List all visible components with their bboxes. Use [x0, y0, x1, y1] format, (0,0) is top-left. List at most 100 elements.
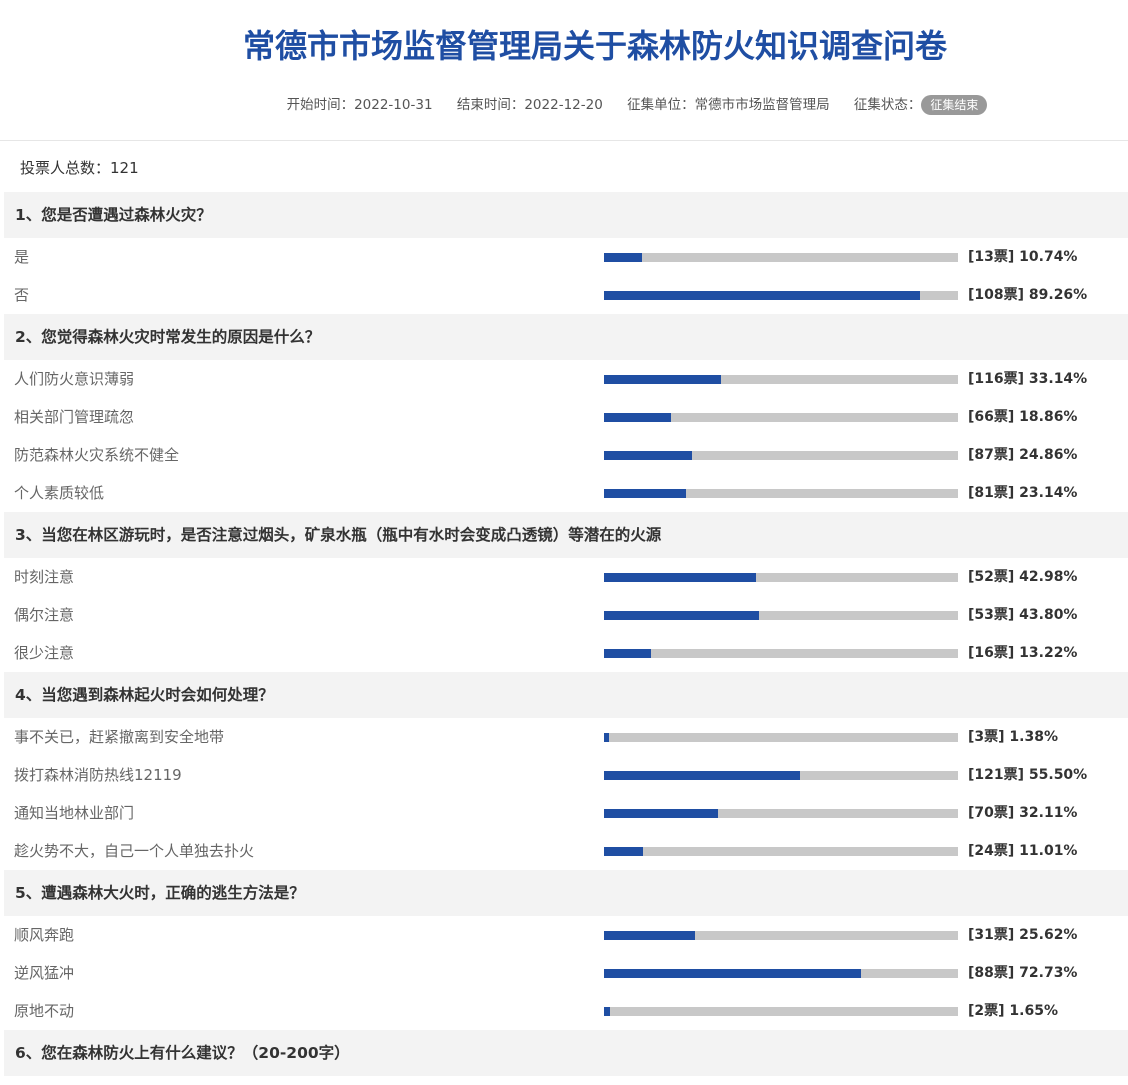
option-label: 趁火势不大，自己一个人单独去扑火: [14, 842, 255, 860]
option-row: 趁火势不大，自己一个人单独去扑火 [24票] 11.01%: [4, 832, 1128, 870]
option-label: 顺风奔跑: [14, 926, 75, 944]
page-title: 常德市市场监督管理局关于森林防火知识调查问卷: [242, 27, 947, 65]
option-label: 偶尔注意: [14, 606, 75, 624]
collecting-unit: 征集单位：常德市市场监督管理局: [627, 97, 830, 113]
option-row: 是 [13票] 10.74%: [4, 238, 1128, 276]
option-row: 相关部门管理疏忽 [66票] 18.86%: [4, 398, 1128, 436]
vote-stat: [108票] 89.26%: [968, 287, 1088, 303]
option-label: 防范森林火灾系统不健全: [14, 446, 180, 464]
option-row: 人们防火意识薄弱 [116票] 33.14%: [4, 360, 1128, 398]
option-label: 否: [14, 286, 30, 304]
status: 征集状态： 征集结束: [853, 95, 988, 115]
progress-track: [604, 375, 958, 384]
option-label: 拨打森林消防热线12119: [14, 766, 182, 784]
vote-stat: [24票] 11.01%: [968, 843, 1078, 859]
option-row: 个人素质较低 [81票] 23.14%: [4, 474, 1128, 512]
progress-fill: [604, 1007, 610, 1016]
progress-fill: [604, 375, 722, 384]
status-label: 征集状态：: [853, 97, 922, 113]
progress-track: [604, 413, 958, 422]
question-block: 1、您是否遭遇过森林火灾？ 是 [13票] 10.74% 否 [108票] 89.26%: [4, 192, 1128, 314]
progress-track: [604, 847, 958, 856]
progress-track: [604, 253, 958, 262]
progress-track: [604, 649, 958, 658]
progress-fill: [604, 809, 718, 818]
progress-track: [604, 489, 958, 498]
progress-fill: [604, 733, 609, 742]
progress-fill: [604, 847, 643, 856]
progress-fill: [604, 573, 757, 582]
progress-track: [604, 611, 958, 620]
option-row: 逆风猛冲 [88票] 72.73%: [4, 954, 1128, 992]
option-row: 顺风奔跑 [31票] 25.62%: [4, 916, 1128, 954]
progress-fill: [604, 649, 651, 658]
question-block: 2、您觉得森林火灾时常发生的原因是什么？ 人们防火意识薄弱 [116票] 33.14…: [4, 314, 1128, 512]
option-label: 人们防火意识薄弱: [14, 370, 135, 388]
progress-fill: [604, 489, 686, 498]
progress-track: [604, 809, 958, 818]
progress-track: [604, 573, 958, 582]
progress-track: [604, 291, 958, 300]
option-row: 否 [108票] 89.26%: [4, 276, 1128, 314]
option-row: 原地不动 [2票] 1.65%: [4, 992, 1128, 1030]
vote-stat: [121票] 55.50%: [968, 767, 1088, 783]
progress-track: [604, 969, 958, 978]
option-label: 相关部门管理疏忽: [14, 408, 135, 426]
progress-fill: [604, 611, 760, 620]
option-label: 逆风猛冲: [14, 964, 75, 982]
option-label: 个人素质较低: [14, 484, 105, 502]
question-title: 1、您是否遭遇过森林火灾？: [4, 192, 1128, 238]
option-label: 很少注意: [14, 644, 75, 662]
vote-stat: [2票] 1.65%: [968, 1003, 1058, 1019]
progress-fill: [604, 291, 920, 300]
option-label: 是: [14, 248, 30, 266]
progress-fill: [604, 413, 671, 422]
question-block: 4、当您遇到森林起火时会如何处理？ 事不关已，赶紧撤离到安全地带 [3票] 1.38…: [4, 672, 1128, 870]
option-row: 防范森林火灾系统不健全 [87票] 24.86%: [4, 436, 1128, 474]
vote-stat: [116票] 33.14%: [968, 371, 1088, 387]
vote-stat: [87票] 24.86%: [968, 447, 1078, 463]
progress-fill: [604, 253, 643, 262]
question-block: 6、您在森林防火上有什么建议？（20-200字）: [4, 1030, 1128, 1076]
vote-stat: [13票] 10.74%: [968, 249, 1078, 265]
status-badge: 征集结束: [921, 95, 988, 115]
question-title: 2、您觉得森林火灾时常发生的原因是什么？: [4, 314, 1128, 360]
progress-fill: [604, 969, 862, 978]
progress-track: [604, 1007, 958, 1016]
question-title: 6、您在森林防火上有什么建议？（20-200字）: [4, 1030, 1128, 1076]
option-row: 时刻注意 [52票] 42.98%: [4, 558, 1128, 596]
progress-track: [604, 771, 958, 780]
vote-stat: [70票] 32.11%: [968, 805, 1078, 821]
vote-stat: [53票] 43.80%: [968, 607, 1078, 623]
progress-track: [604, 733, 958, 742]
option-label: 原地不动: [14, 1002, 75, 1020]
progress-track: [604, 931, 958, 940]
survey-results: 1、您是否遭遇过森林火灾？ 是 [13票] 10.74% 否 [108票] 89.26%…: [4, 192, 1128, 1076]
vote-stat: [3票] 1.38%: [968, 729, 1058, 745]
vote-stat: [31票] 25.62%: [968, 927, 1078, 943]
start-time: 开始时间：2022-10-31: [286, 97, 433, 113]
vote-stat: [16票] 13.22%: [968, 645, 1078, 661]
vote-stat: [81票] 23.14%: [968, 485, 1078, 501]
option-label: 通知当地林业部门: [14, 804, 135, 822]
option-row: 拨打森林消防热线12119 [121票] 55.50%: [4, 756, 1128, 794]
option-label: 时刻注意: [14, 568, 75, 586]
option-label: 事不关已，赶紧撤离到安全地带: [14, 728, 225, 746]
question-title: 5、遭遇森林大火时，正确的逃生方法是？: [4, 870, 1128, 916]
vote-stat: [88票] 72.73%: [968, 965, 1078, 981]
question-block: 5、遭遇森林大火时，正确的逃生方法是？ 顺风奔跑 [31票] 25.62% 逆风猛冲 […: [4, 870, 1128, 1030]
option-row: 偶尔注意 [53票] 43.80%: [4, 596, 1128, 634]
progress-fill: [604, 451, 692, 460]
progress-track: [604, 451, 958, 460]
survey-header: 常德市市场监督管理局关于森林防火知识调查问卷 开始时间：2022-10-31 结…: [0, 0, 1128, 141]
progress-fill: [604, 771, 801, 780]
vote-stat: [66票] 18.86%: [968, 409, 1078, 425]
vote-stat: [52票] 42.98%: [968, 569, 1078, 585]
end-time: 结束时间：2022-12-20: [456, 97, 603, 113]
question-title: 3、当您在林区游玩时，是否注意过烟头，矿泉水瓶（瓶中有水时会变成凸透镜）等潜在的…: [4, 512, 1128, 558]
option-row: 很少注意 [16票] 13.22%: [4, 634, 1128, 672]
survey-meta: 开始时间：2022-10-31 结束时间：2022-12-20 征集单位：常德市…: [0, 94, 1128, 116]
option-row: 通知当地林业部门 [70票] 32.11%: [4, 794, 1128, 832]
progress-fill: [604, 931, 695, 940]
total-voters: 投票人总数：121: [20, 159, 139, 177]
